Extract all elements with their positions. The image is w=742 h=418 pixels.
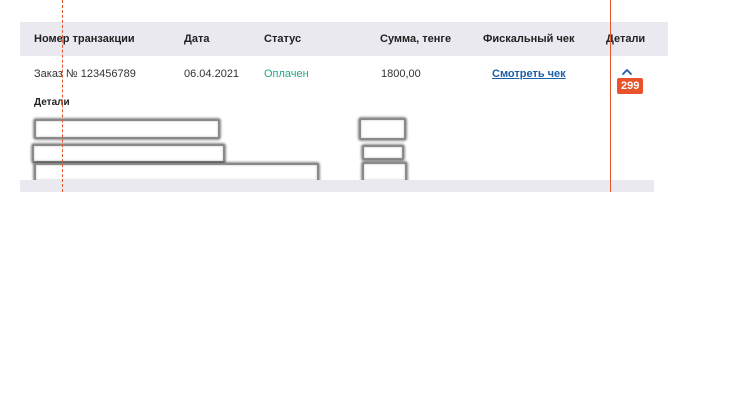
chevron-up-icon [622,69,632,75]
view-receipt-link[interactable]: Смотреть чек [492,68,566,80]
transaction-amount: 1800,00 [381,68,421,80]
dashed-guide-line [62,0,63,192]
header-amount: Сумма, тенге [380,33,452,45]
table-footer [20,180,654,192]
header-fiscal: Фискальный чек [483,33,575,45]
table-header: Номер транзакции Дата Статус Сумма, тенг… [20,22,668,56]
transaction-number: Заказ № 123456789 [34,68,136,80]
transactions-table: Номер транзакции Дата Статус Сумма, тенг… [20,22,668,192]
details-toggle-button[interactable] [620,65,634,77]
transaction-date: 06.04.2021 [184,68,240,80]
measurement-badge: 299 [617,78,644,94]
header-transaction: Номер транзакции [34,33,135,45]
solid-guide-line [610,0,611,192]
redacted-item-amount [362,145,404,160]
details-title: Детали [34,97,70,108]
redacted-item-name [32,144,225,163]
header-details: Детали [606,33,646,45]
header-status: Статус [264,33,302,45]
redacted-item-amount [359,118,406,140]
status-badge: Оплачен [264,68,309,80]
header-date: Дата [184,33,210,45]
redacted-item-amount [362,162,407,182]
